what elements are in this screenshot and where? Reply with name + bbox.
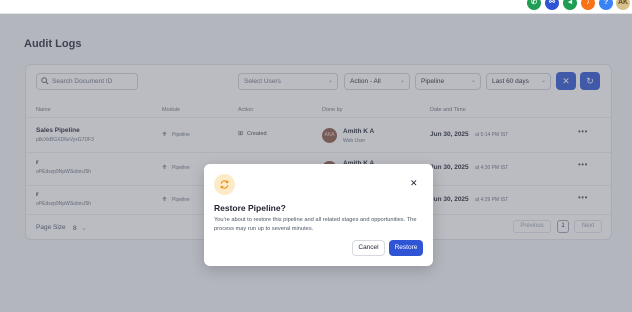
dialog-title: Restore Pipeline? [214,203,286,213]
close-icon[interactable]: ✕ [410,178,418,189]
restore-icon [214,174,235,195]
bell-icon[interactable]: ♪ [581,0,595,10]
restore-button[interactable]: Restore [389,240,423,256]
dialog-message: You're about to restore this pipeline an… [214,217,417,232]
top-bar: ✆ ⚯ ◄ ♪ ? AK [0,0,632,14]
user-avatar-icon[interactable]: AK [616,0,630,10]
phone-icon[interactable]: ✆ [527,0,541,10]
modal-backdrop[interactable] [0,14,632,312]
link-icon[interactable]: ⚯ [545,0,559,10]
restore-dialog: ✕ Restore Pipeline? You're about to rest… [204,164,433,266]
megaphone-icon[interactable]: ◄ [563,0,577,10]
help-icon[interactable]: ? [599,0,613,10]
cancel-button[interactable]: Cancel [352,240,385,256]
